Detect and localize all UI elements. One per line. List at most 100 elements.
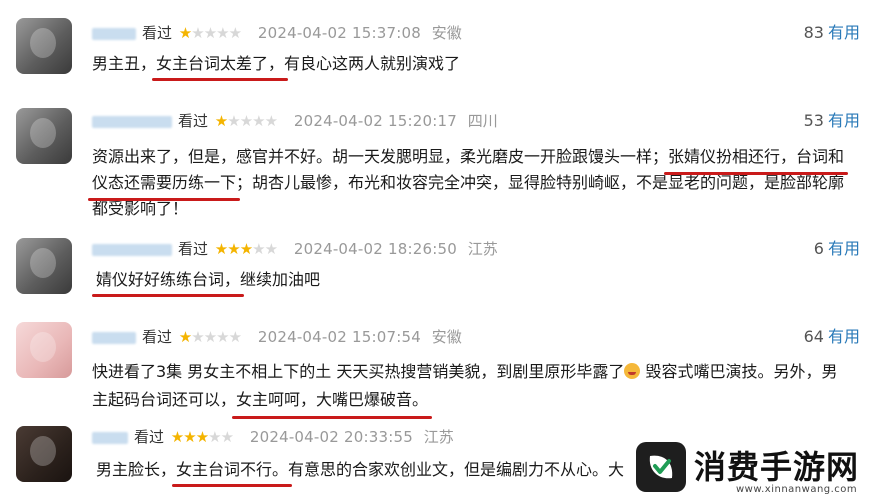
star-empty-icon: ★ bbox=[227, 112, 240, 130]
useful-count: 64 bbox=[803, 327, 824, 346]
review-text: 男主丑， bbox=[92, 54, 157, 73]
seen-label: 看过 bbox=[142, 24, 173, 42]
star-empty-icon: ★ bbox=[203, 24, 217, 42]
review-time: 2024-04-02 15:07:54 bbox=[257, 328, 421, 346]
review-location: 安徽 bbox=[431, 24, 462, 42]
star-empty-icon: ★ bbox=[203, 328, 217, 346]
star-filled-icon: ★ bbox=[239, 240, 253, 258]
review-time: 2024-04-02 15:37:08 bbox=[257, 24, 421, 42]
seen-label: 看过 bbox=[178, 240, 209, 258]
review-content: 男主脸长，女主台词不行。有意思的合家欢创业文，但是编剧力不从心。大 bbox=[96, 458, 624, 487]
useful-label[interactable]: 有用 bbox=[828, 23, 860, 42]
star-filled-icon: ★ bbox=[214, 240, 228, 258]
review-text: ；胡杏儿最惨，布光和妆容完全冲突，显得脸特别崎岖，不是显老的问题，是脸部轮廓 bbox=[236, 173, 845, 192]
review-line: 快进看了3集 男女主不相上下的土 天天买热搜营销美貌，到剧里原形毕露了 毁容式嘴… bbox=[92, 358, 837, 386]
useful-label[interactable]: 有用 bbox=[828, 239, 860, 258]
review-text: 继续加油吧 bbox=[240, 270, 321, 289]
leaf-check-icon bbox=[636, 442, 686, 492]
highlighted-text: 女主台词太差了， bbox=[152, 52, 289, 81]
star-filled-icon: ★ bbox=[214, 112, 228, 130]
star-filled-icon: ★ bbox=[227, 240, 240, 258]
review-meta: 看过 ★★★★★ 2024-04-02 18:26:50 江苏 bbox=[92, 238, 498, 260]
star-empty-icon: ★ bbox=[191, 328, 204, 346]
star-empty-icon: ★ bbox=[191, 24, 204, 42]
review-line: 资源出来了，但是，感官并不好。胡一天发腮明显，柔光磨皮一开脸跟馒头一样；张婧仪扮… bbox=[92, 144, 849, 175]
review-location: 江苏 bbox=[423, 428, 454, 446]
review-content: 资源出来了，但是，感官并不好。胡一天发腮明显，柔光磨皮一开脸跟馒头一样；张婧仪扮… bbox=[87, 144, 849, 222]
review-text: 资源出来了，但是，感官并不好。胡一天发腮明显，柔光磨皮一开脸跟馒头一样； bbox=[92, 147, 669, 166]
star-empty-icon: ★ bbox=[228, 24, 242, 42]
review-text: 快进看了3集 男女主不相上下的土 天天买热搜营销美貌，到剧里原形毕露了 bbox=[92, 362, 625, 381]
review-content: 快进看了3集 男女主不相上下的土 天天买热搜营销美貌，到剧里原形毕露了 毁容式嘴… bbox=[92, 358, 837, 419]
review-content: 婧仪好好练练台词，继续加油吧 bbox=[91, 268, 321, 297]
useful-vote[interactable]: 53 有用 bbox=[804, 110, 860, 132]
useful-count: 83 bbox=[803, 23, 824, 42]
review-meta: 看过 ★★★★★ 2024-04-02 15:07:54 安徽 bbox=[92, 326, 462, 348]
star-filled-icon: ★ bbox=[183, 428, 196, 446]
username-blurred[interactable] bbox=[92, 27, 136, 40]
star-empty-icon: ★ bbox=[252, 112, 265, 130]
highlighted-text: 女主呵呵，大嘴巴爆破音。 bbox=[232, 386, 433, 419]
review-location: 安徽 bbox=[431, 328, 462, 346]
review-text: 都受影响了！ bbox=[92, 199, 189, 218]
rating-stars: ★★★★★ bbox=[170, 426, 234, 448]
star-filled-icon: ★ bbox=[195, 428, 209, 446]
star-empty-icon: ★ bbox=[208, 428, 221, 446]
avatar[interactable] bbox=[16, 426, 72, 482]
username-blurred[interactable] bbox=[92, 331, 136, 344]
star-empty-icon: ★ bbox=[220, 428, 234, 446]
useful-vote[interactable]: 64 有用 bbox=[804, 326, 860, 348]
rating-stars: ★★★★★ bbox=[214, 238, 278, 260]
review-text: 毁容式嘴巴演技。另外，男 bbox=[640, 362, 838, 381]
review-meta: 看过 ★★★★★ 2024-04-02 15:20:17 四川 bbox=[92, 110, 498, 132]
review-meta: 看过 ★★★★★ 2024-04-02 20:33:55 江苏 bbox=[92, 426, 454, 448]
star-empty-icon: ★ bbox=[239, 112, 253, 130]
highlighted-text: 女主台词不行。 bbox=[172, 458, 293, 487]
useful-count: 6 bbox=[813, 239, 824, 258]
highlighted-text: 婧仪好好练练台词， bbox=[91, 268, 245, 297]
star-filled-icon: ★ bbox=[178, 328, 192, 346]
star-empty-icon: ★ bbox=[228, 328, 242, 346]
avatar[interactable] bbox=[16, 238, 72, 294]
watermark-title: 消费手游网 bbox=[694, 448, 860, 486]
star-filled-icon: ★ bbox=[178, 24, 192, 42]
useful-vote[interactable]: 6 有用 bbox=[814, 238, 860, 260]
highlighted-text: 仪态还需要历练一下 bbox=[87, 170, 241, 201]
review-content: 男主丑，女主台词太差了，有良心这两人就别演戏了 bbox=[92, 52, 461, 81]
review-item: 看过 ★★★★★ 2024-04-02 15:20:17 四川 53 有用 资源出… bbox=[0, 100, 878, 220]
watermark-url: www.xinnanwang.com bbox=[736, 484, 858, 495]
avatar[interactable] bbox=[16, 18, 72, 74]
username-blurred[interactable] bbox=[92, 431, 128, 444]
review-location: 江苏 bbox=[467, 240, 498, 258]
review-time: 2024-04-02 15:20:17 bbox=[293, 112, 457, 130]
review-location: 四川 bbox=[467, 112, 498, 130]
useful-label[interactable]: 有用 bbox=[828, 111, 860, 130]
avatar[interactable] bbox=[16, 108, 72, 164]
seen-label: 看过 bbox=[178, 112, 209, 130]
star-empty-icon: ★ bbox=[216, 24, 229, 42]
star-empty-icon: ★ bbox=[264, 112, 278, 130]
rating-stars: ★★★★★ bbox=[178, 22, 242, 44]
review-meta: 看过 ★★★★★ 2024-04-02 15:37:08 安徽 bbox=[92, 22, 462, 44]
seen-label: 看过 bbox=[134, 428, 165, 446]
star-filled-icon: ★ bbox=[170, 428, 184, 446]
review-item: 看过 ★★★★★ 2024-04-02 18:26:50 江苏 6 有用 婧仪好好… bbox=[0, 230, 878, 310]
rating-stars: ★★★★★ bbox=[178, 326, 242, 348]
highlighted-text: 张婧仪扮相还行，台词和 bbox=[664, 144, 849, 175]
review-text: 有良心这两人就别演戏了 bbox=[284, 54, 461, 73]
laughing-emoji-icon bbox=[624, 363, 641, 379]
star-empty-icon: ★ bbox=[264, 240, 278, 258]
review-text: 男主脸长， bbox=[96, 460, 177, 479]
review-time: 2024-04-02 18:26:50 bbox=[293, 240, 457, 258]
review-item: 看过 ★★★★★ 2024-04-02 15:07:54 安徽 64 有用 快进看… bbox=[0, 318, 878, 419]
username-blurred[interactable] bbox=[92, 115, 172, 128]
username-blurred[interactable] bbox=[92, 243, 172, 256]
avatar[interactable] bbox=[16, 322, 72, 378]
watermark: 消费手游网 www.xinnanwang.com bbox=[632, 438, 878, 500]
review-line: 主起码台词还可以，女主呵呵，大嘴巴爆破音。 bbox=[92, 386, 837, 419]
review-time: 2024-04-02 20:33:55 bbox=[249, 428, 413, 446]
useful-vote[interactable]: 83 有用 bbox=[804, 22, 860, 44]
useful-label[interactable]: 有用 bbox=[828, 327, 860, 346]
rating-stars: ★★★★★ bbox=[214, 110, 278, 132]
useful-count: 53 bbox=[803, 111, 824, 130]
